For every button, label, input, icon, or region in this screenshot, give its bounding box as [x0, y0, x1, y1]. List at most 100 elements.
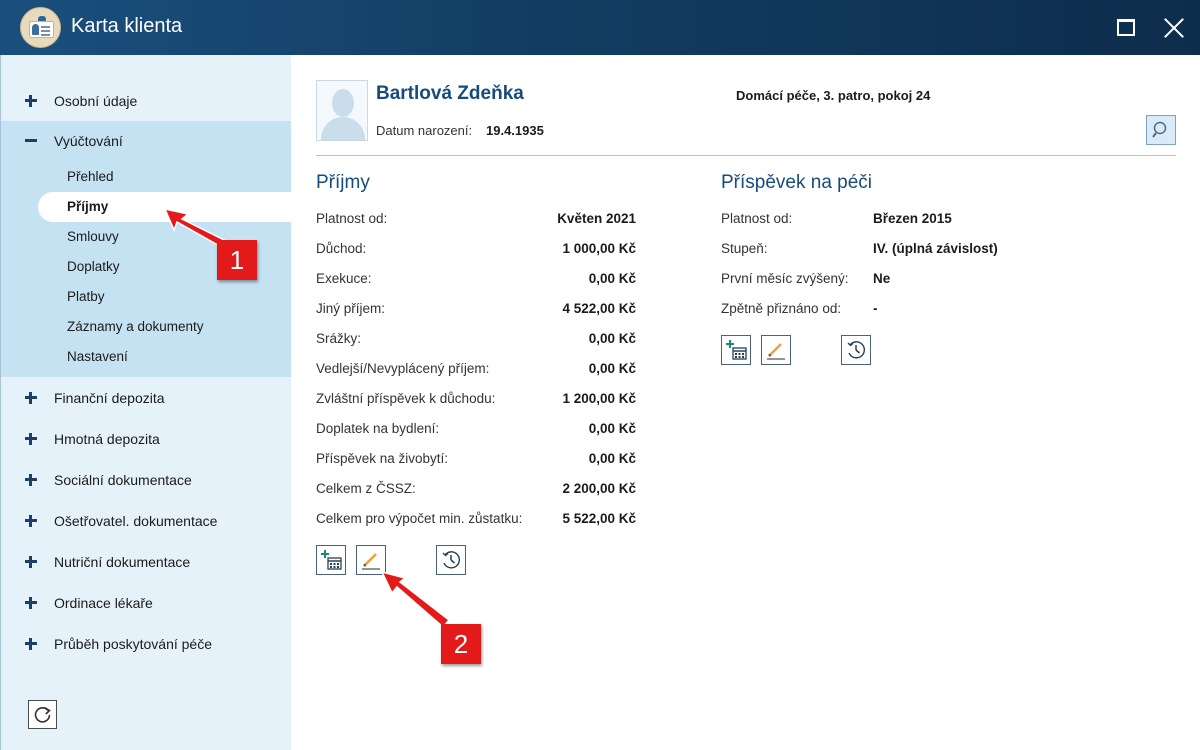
income-section-title: Příjmy	[316, 172, 370, 193]
sidebar-item-label: Hmotná depozita	[54, 431, 160, 447]
income-row-label: Příspěvek na živobytí:	[316, 451, 449, 466]
annotation-badge-1: 1	[217, 240, 257, 280]
add-income-button[interactable]	[316, 545, 346, 575]
income-row-label: Doplatek na bydlení:	[316, 421, 440, 436]
header-divider	[316, 155, 1176, 156]
income-row-value: 0,00 Kč	[588, 421, 636, 436]
care-row-label: Platnost od:	[721, 211, 793, 226]
sidebar-subitem-label: Příjmy	[67, 199, 109, 214]
pencil-icon	[362, 553, 380, 570]
income-row-value: 0,00 Kč	[588, 451, 636, 466]
window-title: Karta klienta	[71, 15, 183, 37]
plus-icon	[23, 513, 39, 529]
income-row-value: 0,00 Kč	[588, 331, 636, 346]
maximize-button[interactable]	[1112, 14, 1140, 42]
plus-icon	[23, 554, 39, 570]
income-row-value: 0,00 Kč	[588, 271, 636, 286]
close-button[interactable]	[1160, 14, 1188, 42]
sidebar-item-vyuctovani[interactable]: Vyúčtování	[1, 121, 292, 161]
income-history-button[interactable]	[436, 545, 466, 575]
sidebar-item-label: Vyúčtování	[54, 133, 123, 149]
sidebar-subitem-label: Doplatky	[67, 259, 120, 274]
sidebar-item-label: Finanční depozita	[54, 390, 165, 406]
main-content: Bartlová Zdeňka Datum narození: 19.4.193…	[291, 55, 1200, 750]
sidebar-item-osetrovatel-dokumentace[interactable]: Ošetřovatel. dokumentace	[1, 501, 292, 541]
pencil-icon	[767, 343, 785, 360]
sidebar-subitem-label: Záznamy a dokumenty	[67, 319, 204, 334]
history-icon	[442, 551, 460, 569]
sidebar-item-label: Nutriční dokumentace	[54, 554, 191, 570]
sidebar-item-ordinace-lekare[interactable]: Ordinace lékaře	[1, 583, 292, 623]
care-row-label: Zpětně přiznáno od:	[721, 301, 842, 316]
edit-care-allowance-button[interactable]	[761, 335, 791, 365]
care-row-value: Ne	[873, 271, 891, 286]
income-row-label: Srážky:	[316, 331, 362, 346]
plus-icon	[23, 636, 39, 652]
plus-icon	[23, 431, 39, 447]
sidebar-item-label: Ošetřovatel. dokumentace	[54, 513, 218, 529]
refresh-button[interactable]	[28, 700, 57, 729]
client-photo-placeholder	[316, 80, 368, 141]
income-row-value: Květen 2021	[557, 211, 636, 226]
sidebar-item-label: Ordinace lékaře	[54, 595, 153, 611]
care-row-value: IV. (úplná závislost)	[873, 241, 998, 256]
plus-icon	[23, 390, 39, 406]
care-row-label: Stupeň:	[721, 241, 768, 256]
sidebar-subitem-label: Platby	[67, 289, 105, 304]
client-location: Domácí péče, 3. patro, pokoj 24	[736, 88, 931, 103]
refresh-icon	[34, 706, 51, 723]
plus-icon	[23, 93, 39, 109]
sidebar-subitem-nastaveni[interactable]: Nastavení	[1, 342, 292, 372]
income-row-value: 5 522,00 Kč	[562, 511, 636, 526]
income-row-label: Důchod:	[316, 241, 367, 256]
add-calendar-icon	[726, 340, 747, 360]
care-row-label: První měsíc zvýšený:	[721, 271, 849, 286]
income-row-value: 4 522,00 Kč	[562, 301, 636, 316]
sidebar-item-label: Průběh poskytování péče	[54, 636, 212, 652]
care-allowance-history-button[interactable]	[841, 335, 871, 365]
title-bar: Karta klienta	[0, 0, 1200, 55]
search-icon	[1152, 121, 1167, 138]
care-allowance-section-title: Příspěvek na péči	[721, 172, 873, 193]
sidebar-subitem-platby[interactable]: Platby	[1, 282, 292, 312]
edit-income-button[interactable]	[356, 545, 386, 575]
sidebar-subitem-prehled[interactable]: Přehled	[1, 162, 292, 192]
income-row-label: Celkem z ČSSZ:	[316, 481, 416, 496]
sidebar: Osobní údaje Vyúčtování Přehled Příjmy S…	[0, 55, 292, 750]
plus-icon	[23, 472, 39, 488]
add-care-allowance-button[interactable]	[721, 335, 751, 365]
sidebar-subitem-zaznamy[interactable]: Záznamy a dokumenty	[1, 312, 292, 342]
plus-icon	[23, 595, 39, 611]
maximize-icon	[1117, 19, 1135, 36]
income-row-value: 2 200,00 Kč	[562, 481, 636, 496]
sidebar-item-financni-depozita[interactable]: Finanční depozita	[1, 378, 292, 418]
sidebar-item-nutricni-dokumentace[interactable]: Nutriční dokumentace	[1, 542, 292, 582]
income-row-label: Platnost od:	[316, 211, 388, 226]
search-button[interactable]	[1146, 115, 1176, 145]
income-row-value: 1 000,00 Kč	[562, 241, 636, 256]
client-card-icon	[20, 7, 61, 48]
income-row-value: 1 200,00 Kč	[562, 391, 636, 406]
sidebar-subitem-prijmy[interactable]: Příjmy	[38, 192, 292, 222]
income-row-value: 0,00 Kč	[588, 361, 636, 376]
sidebar-item-prubeh-pece[interactable]: Průběh poskytování péče	[1, 624, 292, 664]
care-row-value: -	[873, 301, 878, 316]
sidebar-subitem-label: Přehled	[67, 169, 114, 184]
income-row-label: Exekuce:	[316, 271, 372, 286]
history-icon	[847, 341, 865, 359]
sidebar-subitem-label: Nastavení	[67, 349, 128, 364]
add-calendar-icon	[321, 550, 342, 570]
birth-date-label: Datum narození:	[376, 123, 473, 138]
sidebar-item-osobni-udaje[interactable]: Osobní údaje	[1, 81, 292, 121]
care-row-value: Březen 2015	[873, 211, 952, 226]
income-row-label: Jiný příjem:	[316, 301, 386, 316]
birth-date-value: 19.4.1935	[486, 123, 544, 138]
sidebar-subitem-label: Smlouvy	[67, 229, 119, 244]
sidebar-item-socialni-dokumentace[interactable]: Sociální dokumentace	[1, 460, 292, 500]
minus-icon	[23, 133, 39, 149]
client-name: Bartlová Zdeňka	[376, 83, 524, 104]
sidebar-item-label: Osobní údaje	[54, 93, 138, 109]
annotation-badge-2: 2	[441, 624, 481, 664]
sidebar-item-hmotna-depozita[interactable]: Hmotná depozita	[1, 419, 292, 459]
sidebar-item-label: Sociální dokumentace	[54, 472, 192, 488]
